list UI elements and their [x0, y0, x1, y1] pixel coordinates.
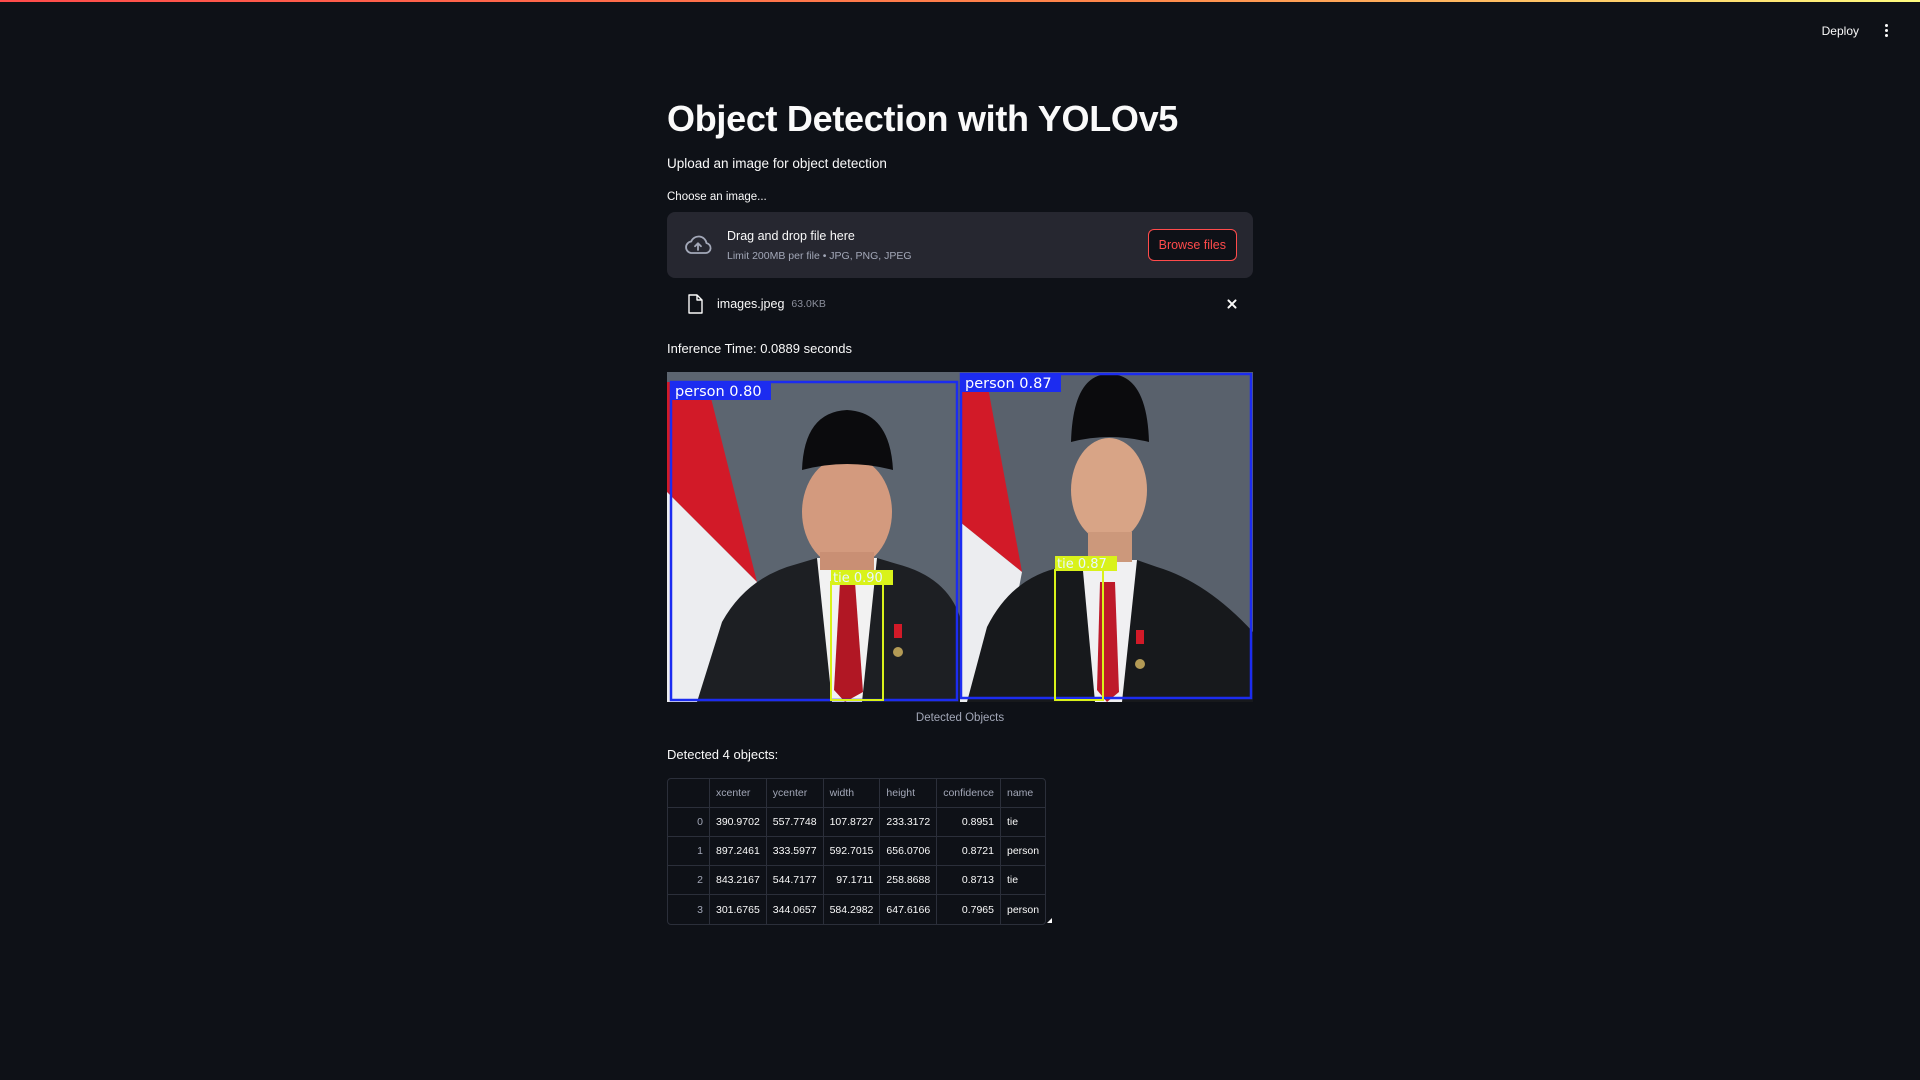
column-header-index[interactable]: [668, 779, 710, 808]
file-icon: [688, 294, 703, 314]
table-cell[interactable]: 97.1711: [823, 866, 881, 895]
detected-count: Detected 4 objects:: [667, 747, 779, 762]
table-resize-handle[interactable]: [1047, 918, 1052, 923]
column-header-ycenter[interactable]: ycenter: [766, 779, 824, 808]
table-cell[interactable]: 544.7177: [766, 866, 824, 895]
detections-dataframe[interactable]: xcenter ycenter width height confidence …: [667, 778, 1047, 925]
table-cell[interactable]: 0.8713: [937, 866, 1001, 895]
file-dropzone[interactable]: Drag and drop file here Limit 200MB per …: [667, 212, 1253, 278]
dropzone-title: Drag and drop file here: [727, 228, 855, 243]
right-tie-label: tie 0.87: [1057, 557, 1107, 572]
page-subtitle: Upload an image for object detection: [667, 156, 887, 171]
table-cell[interactable]: 843.2167: [710, 866, 767, 895]
column-header-confidence[interactable]: confidence: [937, 779, 1001, 808]
table-cell[interactable]: 301.6765: [710, 895, 767, 924]
table-cell[interactable]: 1: [668, 837, 710, 866]
dropzone-limit: Limit 200MB per file • JPG, PNG, JPEG: [727, 249, 912, 262]
table-cell[interactable]: 390.9702: [710, 808, 767, 837]
column-header-height[interactable]: height: [880, 779, 938, 808]
table-cell[interactable]: 3: [668, 895, 710, 924]
detection-illustration: person 0.80 person 0.87 tie 0.90 tie 0.8…: [667, 372, 1253, 702]
table-cell[interactable]: 557.7748: [766, 808, 824, 837]
inference-time: Inference Time: 0.0889 seconds: [667, 341, 853, 356]
main-menu-icon[interactable]: [1881, 22, 1892, 39]
uploader-label: Choose an image...: [667, 191, 767, 203]
table-cell[interactable]: person: [1000, 837, 1046, 866]
table-cell[interactable]: 0.8951: [937, 808, 1001, 837]
top-decoration-bar: [0, 0, 1920, 2]
table-cell[interactable]: 2: [668, 866, 710, 895]
deploy-button[interactable]: Deploy: [1822, 24, 1859, 38]
table-header-row: xcenter ycenter width height confidence …: [668, 779, 1046, 808]
table-row: 0 390.9702 557.7748 107.8727 233.3172 0.…: [668, 808, 1046, 837]
table-cell[interactable]: 0: [668, 808, 710, 837]
table-cell[interactable]: 647.6166: [880, 895, 938, 924]
table-row: 1 897.2461 333.5977 592.7015 656.0706 0.…: [668, 837, 1046, 866]
browse-files-button[interactable]: Browse files: [1147, 229, 1237, 261]
table-cell[interactable]: 233.3172: [880, 808, 938, 837]
table-row: 3 301.6765 344.0657 584.2982 647.6166 0.…: [668, 895, 1045, 924]
table-cell[interactable]: tie: [1000, 866, 1046, 895]
table-cell[interactable]: 333.5977: [766, 837, 824, 866]
page-title: Object Detection with YOLOv5: [667, 98, 1179, 139]
file-name: images.jpeg: [717, 297, 785, 311]
uploaded-file: images.jpeg 63.0KB: [667, 290, 1253, 318]
file-size: 63.0KB: [791, 298, 826, 310]
right-person-label: person 0.87: [965, 376, 1052, 392]
left-tie-label: tie 0.90: [833, 571, 883, 586]
table-cell[interactable]: 344.0657: [767, 895, 824, 924]
column-header-name[interactable]: name: [1000, 779, 1046, 808]
table-cell[interactable]: 258.8688: [880, 866, 938, 895]
cloud-upload-icon: [685, 235, 712, 254]
table-cell[interactable]: 0.7965: [937, 895, 1001, 924]
column-header-xcenter[interactable]: xcenter: [710, 779, 767, 808]
left-person-label: person 0.80: [675, 384, 762, 400]
table-cell[interactable]: 0.8721: [937, 837, 1001, 866]
table-cell[interactable]: tie: [1000, 808, 1046, 837]
toolbar: Deploy: [1822, 22, 1892, 39]
image-caption: Detected Objects: [915, 712, 1005, 724]
remove-file-close-icon[interactable]: [1225, 297, 1239, 311]
table-cell[interactable]: 592.7015: [823, 837, 881, 866]
table-cell[interactable]: 656.0706: [880, 837, 938, 866]
table-cell[interactable]: person: [1001, 895, 1045, 924]
table-cell[interactable]: 584.2982: [824, 895, 881, 924]
dropzone-text: Drag and drop file here Limit 200MB per …: [727, 229, 1148, 262]
column-header-width[interactable]: width: [823, 779, 881, 808]
table-row: 2 843.2167 544.7177 97.1711 258.8688 0.8…: [668, 866, 1046, 895]
detected-objects-image: person 0.80 person 0.87 tie 0.90 tie 0.8…: [667, 372, 1253, 702]
table-cell[interactable]: 107.8727: [823, 808, 881, 837]
table-cell[interactable]: 897.2461: [710, 837, 767, 866]
